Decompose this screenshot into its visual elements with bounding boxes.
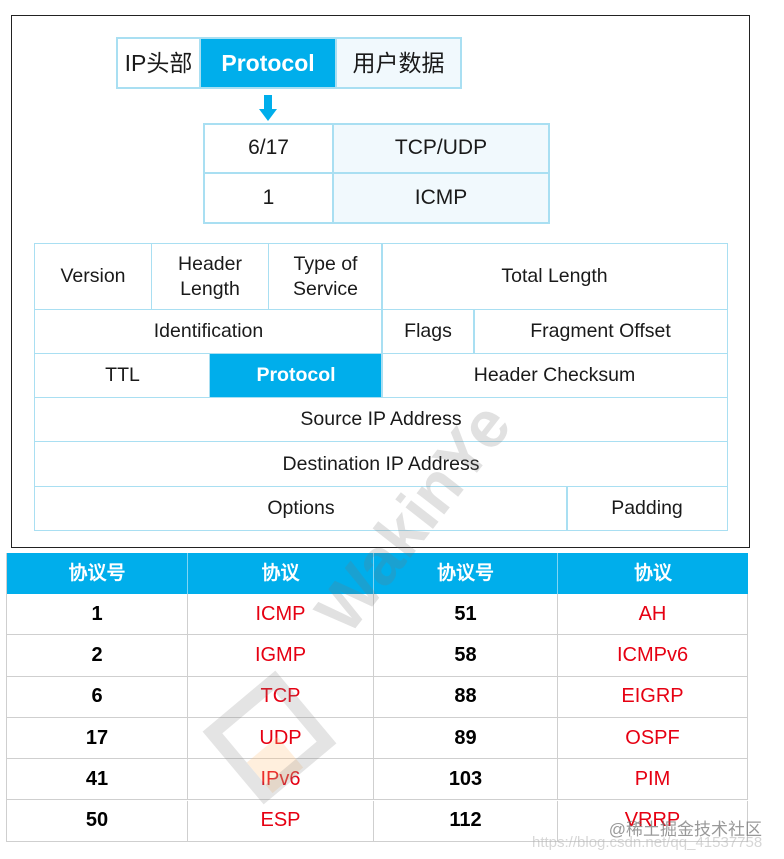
protocol-table: 协议号 协议 协议号 协议 1 ICMP 51 AH 2 IGMP 58 ICMPv6 6 TCP… — [6, 553, 748, 842]
header-protocol: 协议 — [558, 553, 748, 594]
top-bar-user-data-cell: 用户数据 — [335, 37, 462, 89]
protocol-name-cell: PIM — [558, 759, 748, 801]
field-destination-ip: Destination IP Address — [34, 441, 728, 487]
table-header-row: 协议号 协议 协议号 协议 — [7, 553, 748, 594]
protocol-number-cell: 89 — [374, 717, 558, 760]
field-padding: Padding — [566, 486, 728, 531]
table-row: 41 IPv6 103 PIM — [7, 759, 748, 801]
protocol-name-cell: ESP — [188, 800, 374, 842]
protocol-number-cell: 41 — [7, 759, 188, 801]
protocol-name-cell: EIGRP — [558, 676, 748, 718]
protocol-name-cell: UDP — [188, 717, 374, 760]
table-row: 2 IGMP 58 ICMPv6 — [7, 635, 748, 677]
protocol-number-cell: 50 — [7, 800, 188, 842]
protocol-name-cell: ICMP — [188, 594, 374, 636]
protocol-number-cell: 112 — [374, 800, 558, 842]
field-version: Version — [34, 243, 152, 310]
field-header-checksum: Header Checksum — [381, 353, 728, 398]
protocol-name-cell: VRRP — [558, 800, 748, 842]
top-bar-protocol-cell: Protocol — [199, 37, 337, 89]
table-row: 1 ICMP 51 AH — [7, 594, 748, 636]
field-fragment-offset: Fragment Offset — [473, 309, 728, 354]
mapping-protocol-cell: TCP/UDP — [332, 123, 550, 174]
field-options: Options — [34, 486, 568, 531]
field-type-of-service: Type of Service — [268, 243, 383, 310]
table-row: 50 ESP 112 VRRP — [7, 800, 748, 842]
table-row: 6 TCP 88 EIGRP — [7, 676, 748, 718]
field-total-length: Total Length — [381, 243, 728, 310]
protocol-number-cell: 17 — [7, 717, 188, 760]
protocol-number-cell: 58 — [374, 635, 558, 677]
protocol-name-cell: ICMPv6 — [558, 635, 748, 677]
field-source-ip: Source IP Address — [34, 397, 728, 442]
mapping-protocol-cell: ICMP — [332, 172, 550, 224]
protocol-number-cell: 1 — [7, 594, 188, 636]
field-flags: Flags — [381, 309, 475, 354]
arrow-down-icon — [259, 95, 277, 121]
protocol-number-cell: 103 — [374, 759, 558, 801]
field-identification: Identification — [34, 309, 383, 354]
protocol-number-cell: 51 — [374, 594, 558, 636]
header-protocol: 协议 — [188, 553, 374, 594]
header-protocol-number: 协议号 — [374, 553, 558, 594]
protocol-name-cell: IPv6 — [188, 759, 374, 801]
protocol-number-cell: 2 — [7, 635, 188, 677]
protocol-number-cell: 6 — [7, 676, 188, 718]
header-protocol-number: 协议号 — [7, 553, 188, 594]
mapping-value-cell: 6/17 — [203, 123, 334, 174]
field-header-length: Header Length — [151, 243, 269, 310]
protocol-name-cell: IGMP — [188, 635, 374, 677]
protocol-name-cell: AH — [558, 594, 748, 636]
field-protocol: Protocol — [209, 353, 383, 398]
protocol-name-cell: OSPF — [558, 717, 748, 760]
field-ttl: TTL — [34, 353, 211, 398]
mapping-value-cell: 1 — [203, 172, 334, 224]
protocol-name-cell: TCP — [188, 676, 374, 718]
table-row: 17 UDP 89 OSPF — [7, 717, 748, 760]
top-bar-ip-header-cell: IP头部 — [116, 37, 201, 89]
protocol-number-cell: 88 — [374, 676, 558, 718]
